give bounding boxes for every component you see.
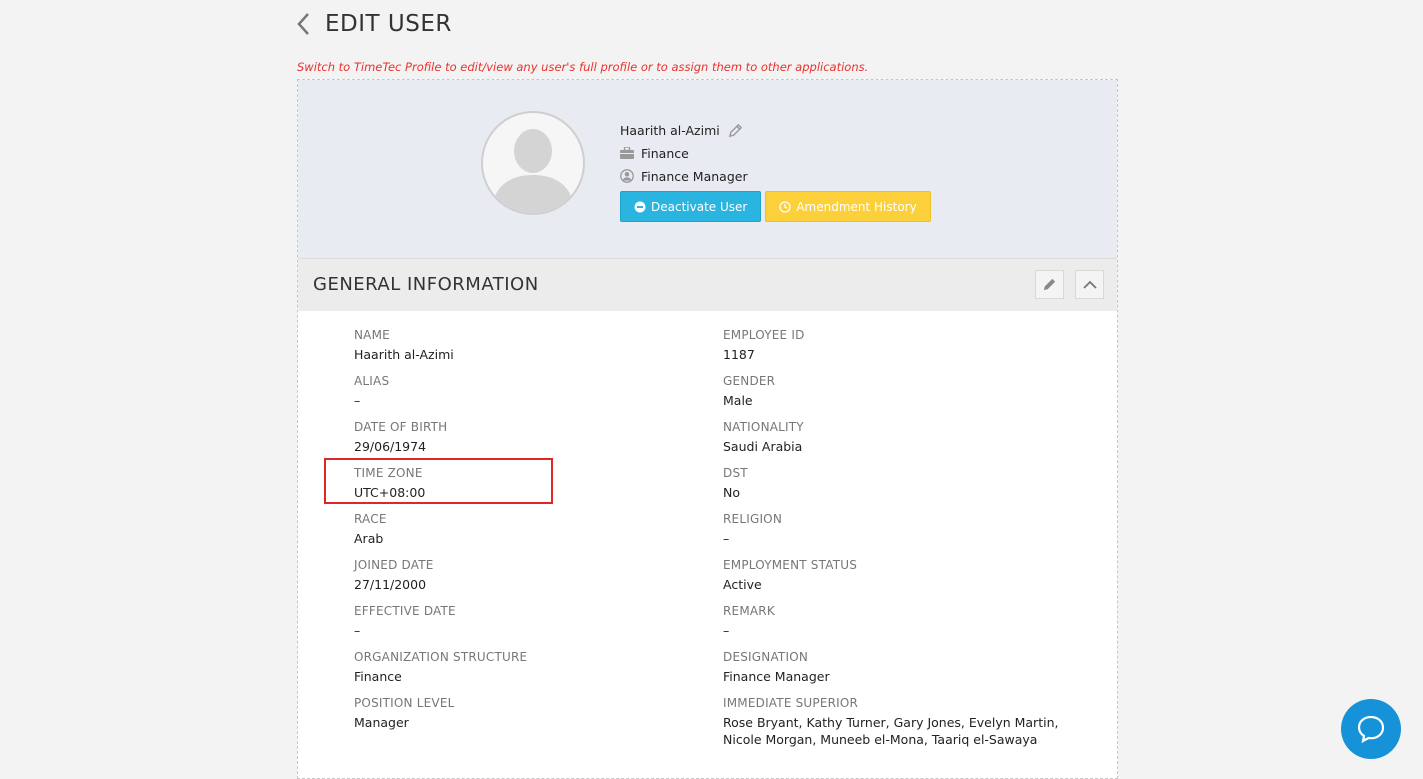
- user-circle-icon: [620, 169, 634, 183]
- field-label-religion: RELIGION: [723, 512, 783, 526]
- field-value-immediate-superior-line2: Nicole Morgan, Muneeb el-Mona, Taariq el…: [723, 732, 1038, 747]
- time-zone-highlight: [324, 458, 553, 504]
- page-header: EDIT USER: [296, 8, 452, 40]
- profile-panel: Haarith al-Azimi Finance Finance Manager: [298, 80, 1117, 258]
- field-label-race: RACE: [354, 512, 387, 526]
- profile-position: Finance Manager: [620, 166, 931, 186]
- profile-department: Finance: [620, 143, 931, 163]
- edit-section-button[interactable]: [1035, 270, 1064, 299]
- position-text: Finance Manager: [641, 168, 748, 184]
- amendment-history-button[interactable]: Amendment History: [765, 191, 931, 222]
- field-label-alias: ALIAS: [354, 374, 390, 388]
- department-text: Finance: [641, 145, 689, 161]
- profile-name: Haarith al-Azimi: [620, 122, 720, 138]
- profile-info: Haarith al-Azimi Finance Finance Manager: [620, 120, 931, 222]
- timetec-profile-notice: Switch to TimeTec Profile to edit/view a…: [297, 60, 869, 74]
- field-value-position-level: Manager: [354, 715, 409, 730]
- collapse-section-button[interactable]: [1075, 270, 1104, 299]
- minus-circle-icon: [634, 201, 646, 213]
- field-label-designation: DESIGNATION: [723, 650, 809, 664]
- field-value-employee-id: 1187: [723, 347, 755, 362]
- field-value-remark: –: [723, 623, 730, 638]
- user-silhouette-icon: [491, 129, 575, 213]
- field-value-immediate-superior: Rose Bryant, Kathy Turner, Gary Jones, E…: [723, 715, 1059, 730]
- field-label-date-of-birth: DATE OF BIRTH: [354, 420, 448, 434]
- chat-button[interactable]: [1341, 699, 1401, 759]
- field-value-nationality: Saudi Arabia: [723, 439, 803, 454]
- field-label-gender: GENDER: [723, 374, 776, 388]
- chevron-left-icon[interactable]: [296, 12, 310, 36]
- field-label-organization-structure: ORGANIZATION STRUCTURE: [354, 650, 528, 664]
- field-label-employment-status: EMPLOYMENT STATUS: [723, 558, 858, 572]
- general-information-header: GENERAL INFORMATION: [298, 258, 1117, 311]
- clock-icon: [779, 200, 791, 213]
- chevron-up-icon: [1082, 280, 1097, 289]
- pencil-icon: [1043, 278, 1056, 291]
- field-value-organization-structure: Finance: [354, 669, 402, 684]
- field-value-designation: Finance Manager: [723, 669, 830, 684]
- field-label-dst: DST: [723, 466, 748, 480]
- field-value-gender: Male: [723, 393, 753, 408]
- briefcase-icon: [620, 146, 634, 160]
- field-label-name: NAME: [354, 328, 390, 342]
- field-label-remark: REMARK: [723, 604, 775, 618]
- field-label-nationality: NATIONALITY: [723, 420, 804, 434]
- field-value-dst: No: [723, 485, 740, 500]
- field-value-date-of-birth: 29/06/1974: [354, 439, 427, 454]
- field-value-employment-status: Active: [723, 577, 762, 592]
- field-label-joined-date: JOINED DATE: [354, 558, 434, 572]
- field-label-effective-date: EFFECTIVE DATE: [354, 604, 456, 618]
- amendment-history-label: Amendment History: [796, 199, 917, 214]
- field-value-religion: –: [723, 531, 730, 546]
- page-title: EDIT USER: [325, 11, 452, 37]
- field-value-race: Arab: [354, 531, 384, 546]
- field-value-joined-date: 27/11/2000: [354, 577, 427, 592]
- field-value-alias: –: [354, 393, 361, 408]
- field-label-employee-id: EMPLOYEE ID: [723, 328, 805, 342]
- field-value-effective-date: –: [354, 623, 361, 638]
- avatar: [481, 111, 585, 215]
- chat-icon: [1357, 715, 1385, 744]
- field-value-name: Haarith al-Azimi: [354, 347, 454, 362]
- section-title: GENERAL INFORMATION: [313, 274, 539, 295]
- deactivate-user-button[interactable]: Deactivate User: [620, 191, 762, 222]
- pencil-icon[interactable]: [728, 123, 743, 138]
- field-label-position-level: POSITION LEVEL: [354, 696, 455, 710]
- deactivate-user-label: Deactivate User: [651, 199, 748, 214]
- field-label-immediate-superior: IMMEDIATE SUPERIOR: [723, 696, 859, 710]
